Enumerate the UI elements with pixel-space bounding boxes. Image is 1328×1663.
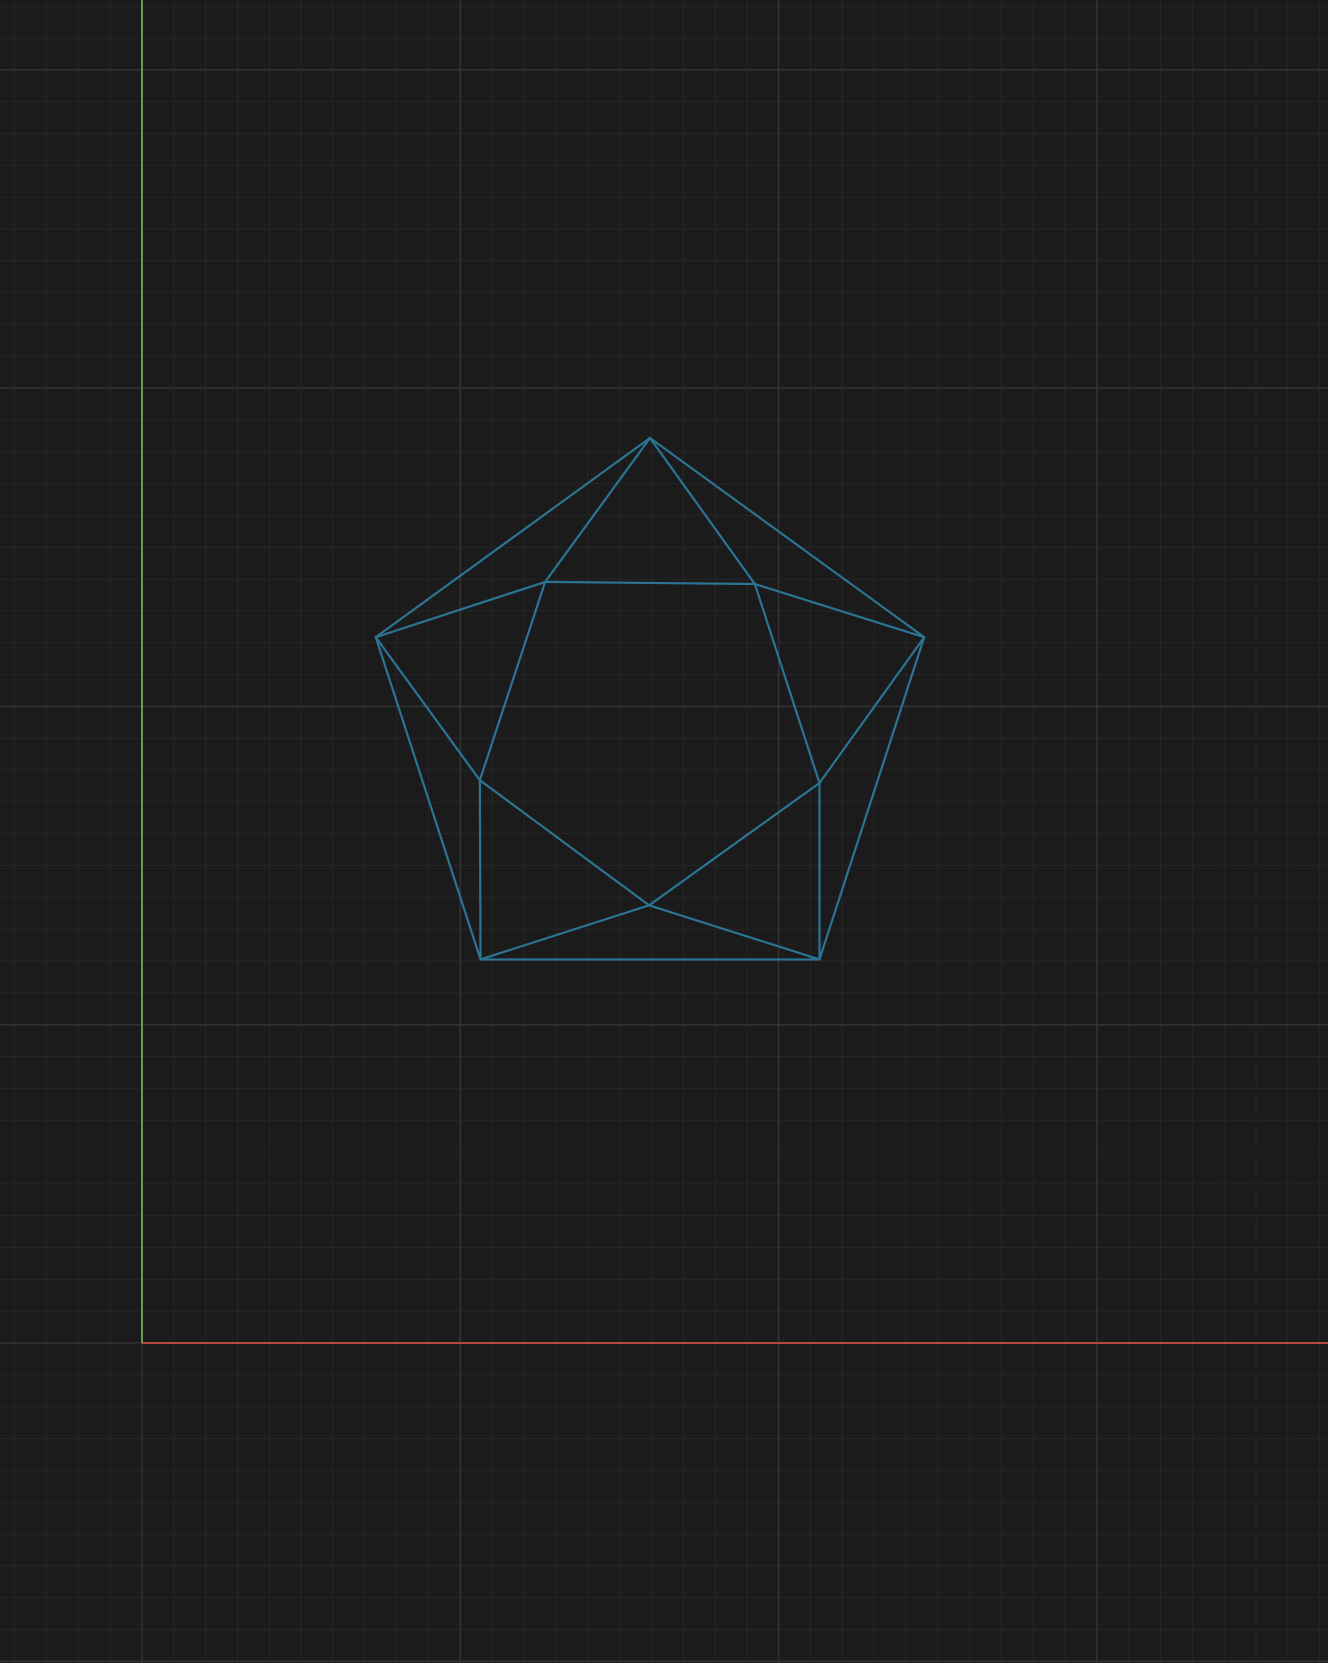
mesh-edge[interactable] [648,436,756,586]
mesh-edge[interactable] [374,436,652,639]
mesh-edge[interactable] [648,781,821,907]
axes [141,0,1328,1344]
mesh-edge[interactable] [818,636,926,961]
viewport-canvas[interactable] [0,0,1328,1663]
mesh-edge[interactable] [818,636,926,785]
minor-grid [0,0,1328,1663]
mesh-edge[interactable] [544,436,652,584]
mesh-edge[interactable] [648,436,926,639]
mesh-edge[interactable] [478,779,651,907]
mesh-edge[interactable] [753,582,821,785]
mesh-edge[interactable] [479,904,651,961]
mesh-edge[interactable] [374,636,481,782]
mesh-edge[interactable] [648,904,821,961]
mesh-edge[interactable] [478,779,482,961]
mesh-edge[interactable] [478,580,547,782]
mesh-edge[interactable] [544,580,756,586]
